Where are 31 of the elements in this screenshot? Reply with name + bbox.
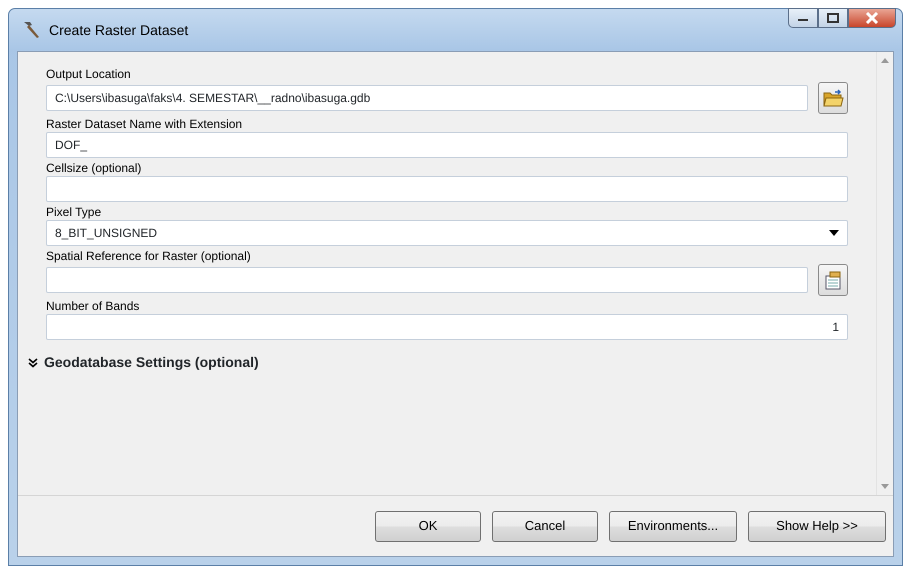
dialog-button[interactable]: Cancel <box>492 510 598 542</box>
input-field[interactable]: 1 <box>46 314 848 340</box>
maximize-icon <box>827 13 839 23</box>
close-icon <box>865 12 879 24</box>
input-field[interactable] <box>46 176 848 202</box>
close-button[interactable] <box>848 8 896 28</box>
maximize-button[interactable] <box>818 8 848 28</box>
minimize-button[interactable] <box>788 8 818 28</box>
scroll-down-icon[interactable] <box>881 484 889 489</box>
section-header[interactable]: Geodatabase Settings (optional) <box>44 352 259 373</box>
field-label: Cellsize (optional) <box>46 160 142 176</box>
field-label: Number of Bands <box>46 298 140 314</box>
input-field[interactable]: DOF_ <box>46 132 848 158</box>
scroll-up-icon[interactable] <box>881 58 889 63</box>
folder-icon <box>822 88 844 108</box>
expand-icon[interactable] <box>28 358 38 368</box>
dialog-button[interactable]: Show Help >> <box>748 510 886 542</box>
field-label: Raster Dataset Name with Extension <box>46 116 244 132</box>
input-field[interactable] <box>46 267 808 293</box>
properties-button[interactable] <box>818 264 848 296</box>
dropdown-field[interactable]: 8_BIT_UNSIGNED <box>46 220 848 246</box>
field-label: Spatial Reference for Raster (optional) <box>46 248 252 264</box>
dropdown-value: 8_BIT_UNSIGNED <box>55 225 158 242</box>
input-field[interactable]: C:\Users\ibasuga\faks\4. SEMESTAR\__radno\ibasuga.gdb <box>46 85 808 111</box>
field-label: Output Location <box>46 66 132 82</box>
field-label: Pixel Type <box>46 204 102 220</box>
window-title: Create Raster Dataset <box>49 20 188 40</box>
dialog-button[interactable]: Environments... <box>609 510 737 542</box>
folder-button[interactable] <box>818 82 848 114</box>
dropdown-arrow-icon <box>829 230 839 236</box>
dialog-button[interactable]: OK <box>375 510 481 542</box>
